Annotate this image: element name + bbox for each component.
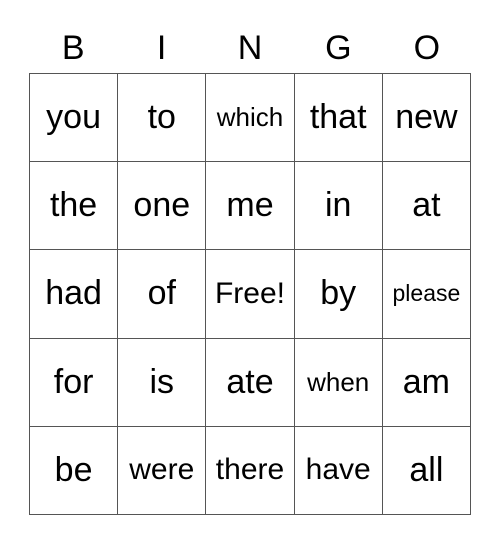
bingo-cell[interactable]: to (118, 74, 207, 163)
bingo-cell[interactable]: have (294, 426, 383, 515)
bingo-cell[interactable]: which (206, 74, 295, 163)
bingo-cell[interactable]: for (30, 338, 119, 427)
free-space-cell[interactable]: Free! (206, 250, 295, 339)
bingo-card-grid: you to which that new the one me in at h… (29, 73, 471, 515)
header-letter-i: I (156, 29, 167, 67)
bingo-cell[interactable]: you (30, 74, 119, 163)
header-letter-o: O (413, 29, 441, 67)
bingo-cell[interactable]: me (206, 162, 295, 251)
header-letter-n: N (237, 29, 263, 67)
bingo-cell[interactable]: one (118, 162, 207, 251)
bingo-cell[interactable]: when (294, 338, 383, 427)
bingo-cell[interactable]: were (118, 426, 207, 515)
bingo-cell[interactable]: that (294, 74, 383, 163)
bingo-cell[interactable]: had (30, 250, 119, 339)
bingo-cell[interactable]: am (382, 338, 471, 427)
bingo-cell[interactable]: at (382, 162, 471, 251)
bingo-header: B I N G O (29, 24, 471, 72)
bingo-cell[interactable]: there (206, 426, 295, 515)
bingo-cell[interactable]: ate (206, 338, 295, 427)
bingo-cell[interactable]: all (382, 426, 471, 515)
bingo-cell[interactable]: by (294, 250, 383, 339)
bingo-cell[interactable]: the (30, 162, 119, 251)
header-letter-g: G (325, 29, 352, 67)
bingo-cell[interactable]: of (118, 250, 207, 339)
bingo-cell[interactable]: be (30, 426, 119, 515)
bingo-cell[interactable]: new (382, 74, 471, 163)
bingo-cell[interactable]: in (294, 162, 383, 251)
bingo-cell[interactable]: is (118, 338, 207, 427)
bingo-cell[interactable]: please (382, 250, 471, 339)
header-letter-b: B (61, 29, 85, 67)
